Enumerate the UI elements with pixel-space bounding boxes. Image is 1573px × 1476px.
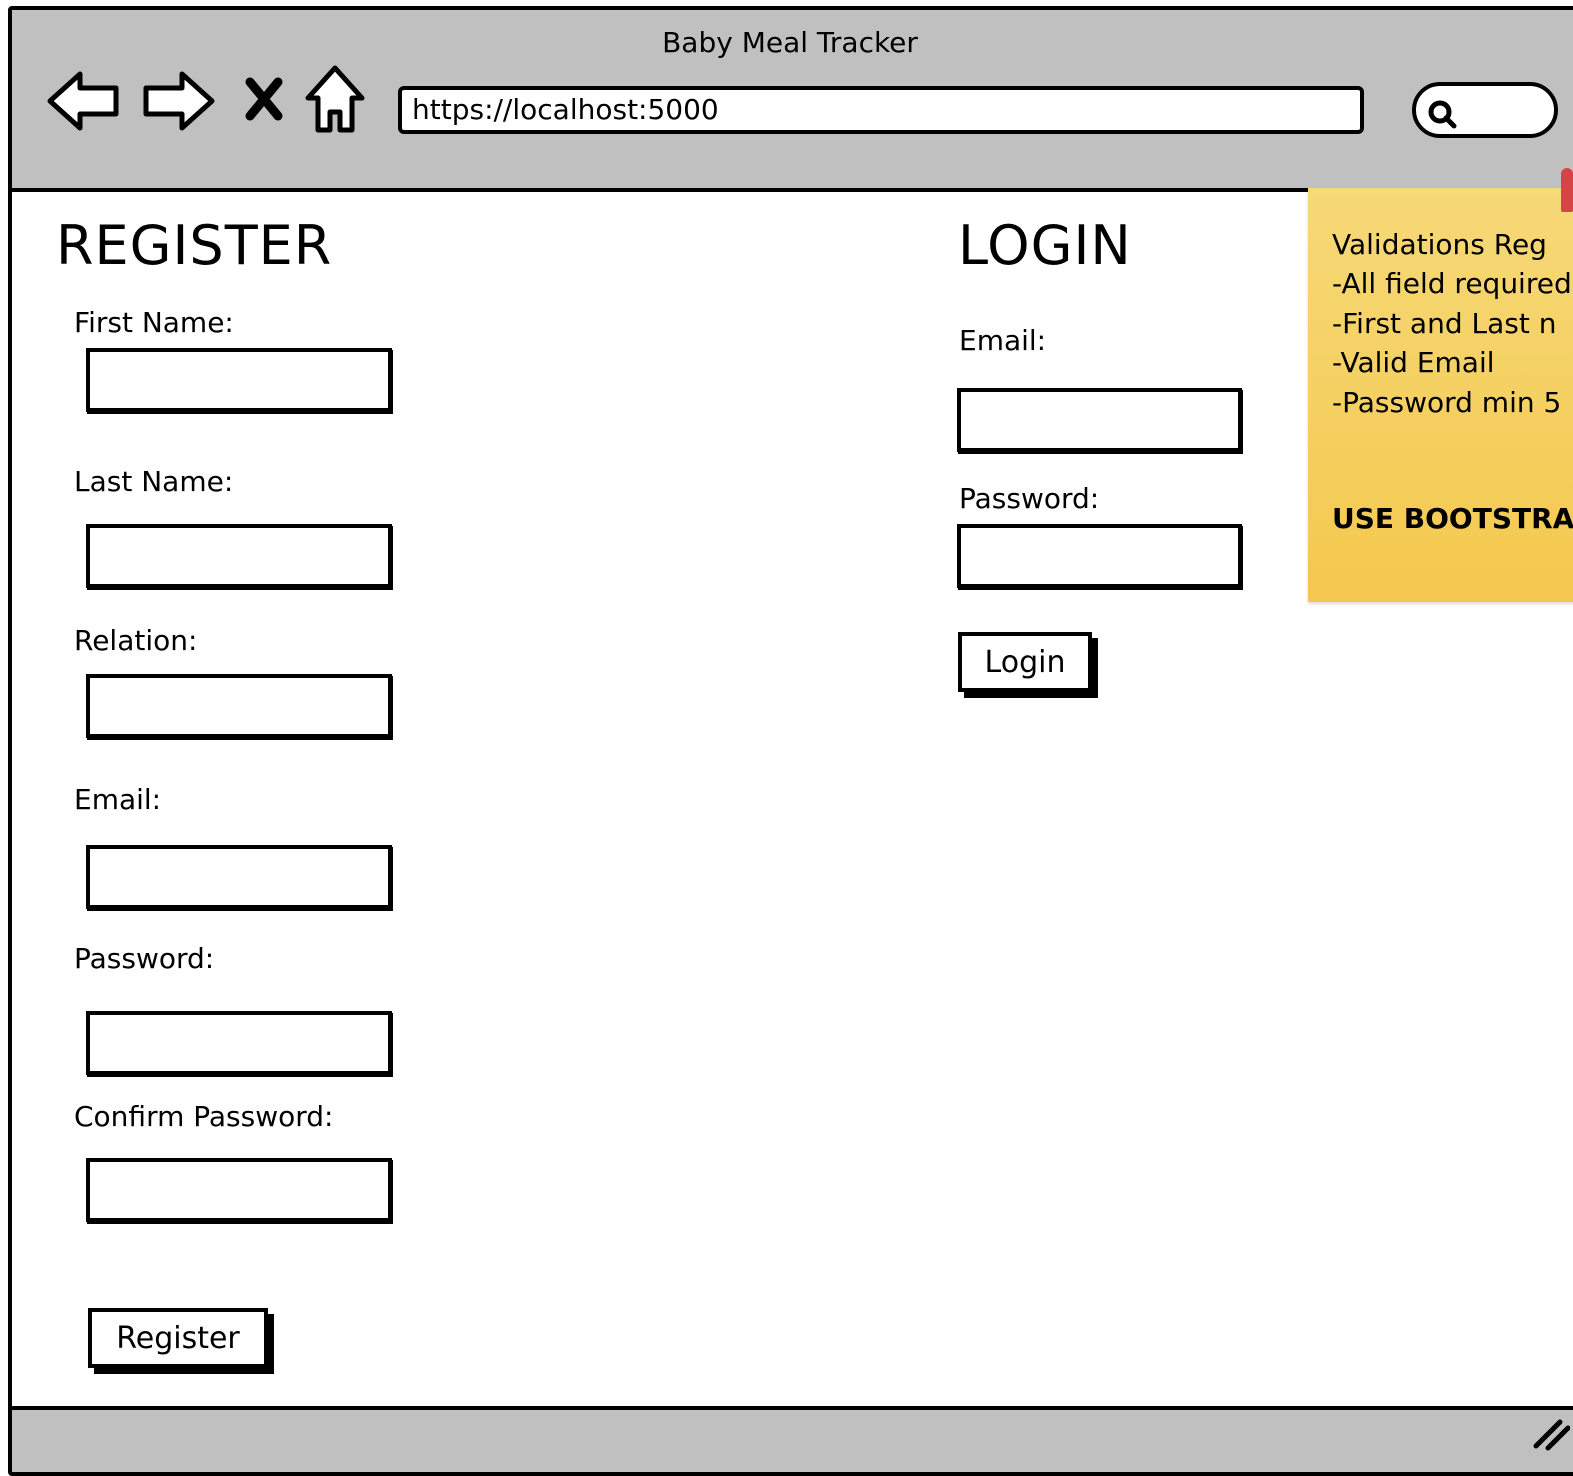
status-bar — [12, 1406, 1573, 1472]
browser-toolbar: Baby Meal Tracker https://localhost:5000 — [12, 10, 1573, 192]
stop-icon[interactable] — [244, 76, 284, 126]
register-heading: REGISTER — [56, 214, 333, 277]
note-line: -All field required — [1332, 267, 1572, 300]
note-line: -First and Last n — [1332, 307, 1557, 340]
home-icon[interactable] — [304, 64, 366, 140]
forward-arrow-icon[interactable] — [140, 68, 216, 138]
confirm-password-input[interactable] — [86, 1158, 392, 1222]
login-button[interactable]: Login — [958, 632, 1092, 692]
last-name-label: Last Name: — [74, 465, 234, 498]
register-password-input[interactable] — [86, 1011, 392, 1075]
back-arrow-icon[interactable] — [46, 68, 122, 138]
sticky-note: Validations Reg -All field required -Fir… — [1308, 188, 1573, 602]
last-name-input[interactable] — [86, 524, 392, 588]
note-emphasis: USE BOOTSTRA — [1332, 502, 1573, 535]
confirm-password-label: Confirm Password: — [74, 1100, 334, 1133]
login-email-label: Email: — [959, 324, 1047, 357]
pin-icon — [1561, 168, 1573, 212]
relation-input[interactable] — [86, 674, 392, 738]
first-name-label: First Name: — [74, 306, 234, 339]
login-email-input[interactable] — [957, 388, 1242, 452]
register-button[interactable]: Register — [88, 1308, 268, 1368]
login-password-label: Password: — [959, 482, 1100, 515]
search-box[interactable] — [1412, 82, 1558, 138]
note-line: -Password min 5 — [1332, 386, 1562, 419]
register-email-label: Email: — [74, 783, 162, 816]
note-line: Validations Reg — [1332, 228, 1547, 261]
login-password-input[interactable] — [957, 524, 1242, 588]
login-heading: LOGIN — [958, 214, 1132, 277]
note-line: -Valid Email — [1332, 346, 1495, 379]
url-bar[interactable]: https://localhost:5000 — [398, 86, 1364, 134]
first-name-input[interactable] — [86, 348, 392, 412]
register-password-label: Password: — [74, 942, 215, 975]
search-icon — [1428, 100, 1457, 129]
relation-label: Relation: — [74, 624, 198, 657]
register-email-input[interactable] — [86, 845, 392, 909]
resize-grip-icon[interactable] — [1530, 1412, 1571, 1456]
window-title: Baby Meal Tracker — [662, 26, 918, 59]
